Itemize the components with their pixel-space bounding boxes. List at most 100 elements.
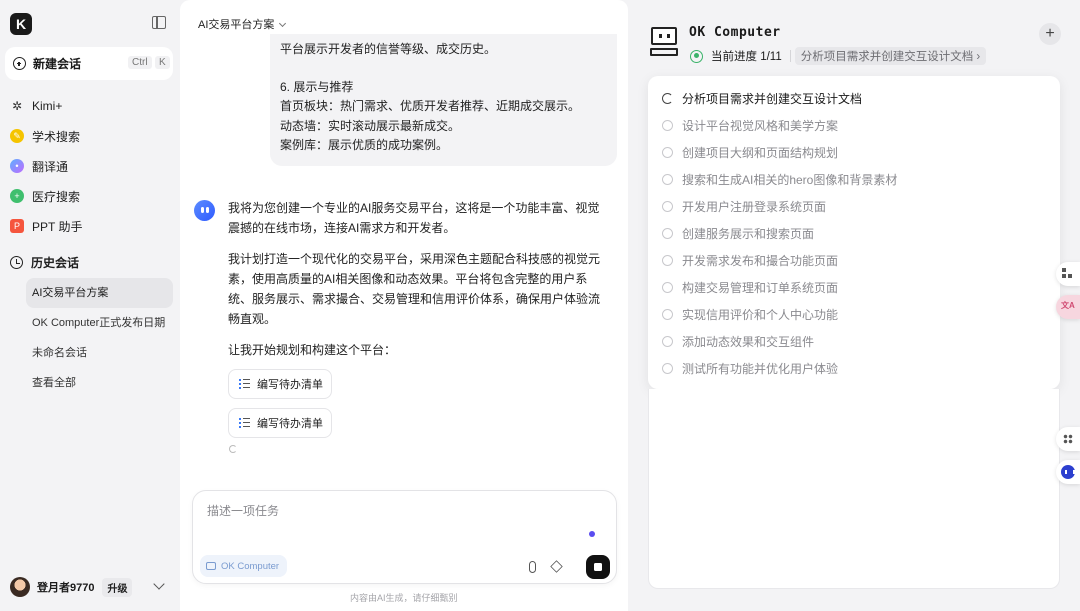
sidebar-item-label: Kimi+ bbox=[32, 99, 63, 113]
task-item[interactable]: 开发用户注册登录系统页面 bbox=[662, 197, 826, 215]
message-line: 平台展示开发者的信誉等级、成交历史。 bbox=[280, 42, 497, 56]
sidebar-collapse-icon[interactable] bbox=[152, 16, 166, 29]
kimi-plus-icon: ✲ bbox=[11, 99, 23, 113]
computer-icon bbox=[206, 562, 216, 570]
sidebar: K 新建会话 Ctrl K ✲ Kimi+ ✎ 学术搜索 • 翻译通 + 医疗搜… bbox=[0, 0, 180, 611]
conversation-title: AI交易平台方案 bbox=[198, 19, 275, 31]
task-list: 分析项目需求并创建交互设计文档 设计平台视觉风格和美学方案 创建项目大纲和页面结… bbox=[648, 76, 1060, 389]
assistant-float-icon[interactable] bbox=[1056, 460, 1080, 484]
task-item[interactable]: 开发需求发布和撮合功能页面 bbox=[662, 251, 838, 269]
task-item[interactable]: 设计平台视觉风格和美学方案 bbox=[662, 116, 838, 134]
task-item[interactable]: 分析项目需求并创建交互设计文档 bbox=[662, 89, 862, 107]
apps-icon[interactable] bbox=[1056, 262, 1080, 286]
history-item-ok-computer-date[interactable]: OK Computer正式发布日期 bbox=[26, 308, 173, 338]
sidebar-item-kimi-plus[interactable]: ✲ Kimi+ bbox=[10, 95, 62, 117]
sidebar-item-medical[interactable]: + 医疗搜索 bbox=[10, 185, 80, 207]
user-account-menu[interactable]: 登月者9770 升级 bbox=[10, 576, 170, 598]
task-label: 实现信用评价和个人中心功能 bbox=[682, 307, 839, 322]
task-item[interactable]: 创建服务展示和搜索页面 bbox=[662, 224, 814, 242]
progress-row: 当前进度 1/11 分析项目需求并创建交互设计文档 › bbox=[690, 47, 987, 65]
pending-circle-icon bbox=[662, 200, 673, 212]
tool-call-chip[interactable]: 编写待办清单 bbox=[228, 369, 332, 399]
conversation-title-dropdown[interactable]: AI交易平台方案 bbox=[198, 16, 287, 32]
pending-circle-icon bbox=[662, 335, 673, 347]
task-item[interactable]: 构建交易管理和订单系统页面 bbox=[662, 278, 838, 296]
history-item-ai-trading[interactable]: AI交易平台方案 bbox=[26, 278, 173, 308]
ppt-icon: P bbox=[10, 219, 24, 233]
assistant-paragraph: 让我开始规划和构建这个平台： bbox=[228, 343, 397, 357]
sidebar-item-label: 学术搜索 bbox=[32, 129, 81, 144]
chevron-down-icon bbox=[279, 19, 287, 28]
pending-circle-icon bbox=[662, 281, 673, 293]
computer-viewport bbox=[648, 389, 1060, 589]
chevron-down-icon[interactable] bbox=[153, 578, 165, 590]
new-chat-button[interactable]: 新建会话 Ctrl K bbox=[5, 47, 173, 80]
progress-label: 当前进度 1/11 bbox=[711, 51, 782, 63]
pending-circle-icon bbox=[662, 119, 673, 131]
progress-status-icon bbox=[690, 49, 703, 63]
pending-circle-icon bbox=[662, 362, 673, 374]
checklist-icon bbox=[239, 379, 250, 389]
task-item[interactable]: 添加动态效果和交互组件 bbox=[662, 332, 814, 350]
kimi-logo[interactable]: K bbox=[10, 13, 32, 35]
history-heading-label: 历史会话 bbox=[31, 255, 80, 270]
task-label: 搜索和生成AI相关的hero图像和背景素材 bbox=[682, 172, 898, 187]
task-label: 创建项目大纲和页面结构规划 bbox=[682, 145, 839, 160]
sidebar-item-label: 翻译通 bbox=[32, 159, 69, 174]
sidebar-item-translate[interactable]: • 翻译通 bbox=[10, 155, 68, 177]
cube-icon[interactable] bbox=[550, 560, 563, 573]
new-chat-label: 新建会话 bbox=[33, 57, 82, 71]
assistant-paragraph: 我将为您创建一个专业的AI服务交易平台，这将是一个功能丰富、视觉震撼的在线市场，… bbox=[228, 201, 600, 235]
chat-area: AI交易平台方案 平台展示开发者的信誉等级、成交历史。 6. 展示与推荐 首页板… bbox=[180, 0, 628, 611]
pending-circle-icon bbox=[662, 173, 673, 185]
loading-spinner-icon bbox=[229, 445, 237, 453]
composer-placeholder[interactable]: 描述一项任务 bbox=[207, 502, 279, 519]
message-composer[interactable]: 描述一项任务 OK Computer bbox=[192, 490, 617, 584]
panel-title: OK Computer bbox=[689, 25, 781, 40]
paperclip-icon[interactable] bbox=[529, 561, 536, 573]
task-label: 开发用户注册登录系统页面 bbox=[682, 199, 827, 214]
tool-call-label: 编写待办清单 bbox=[257, 418, 323, 430]
task-item[interactable]: 测试所有功能并优化用户体验 bbox=[662, 359, 838, 377]
history-heading[interactable]: 历史会话 bbox=[10, 251, 79, 273]
grid-icon[interactable] bbox=[1056, 427, 1080, 451]
message-line: 案例库：展示优质的成功案例。 bbox=[280, 138, 449, 152]
history-view-all-link[interactable]: 查看全部 bbox=[26, 368, 173, 398]
task-label: 构建交易管理和订单系统页面 bbox=[682, 280, 839, 295]
pending-circle-icon bbox=[662, 227, 673, 239]
add-button[interactable]: + bbox=[1039, 23, 1061, 45]
sidebar-item-scholar[interactable]: ✎ 学术搜索 bbox=[10, 125, 80, 147]
clock-icon bbox=[10, 255, 23, 269]
scholar-icon: ✎ bbox=[10, 129, 24, 143]
retro-computer-icon bbox=[650, 26, 678, 56]
ai-disclaimer: 内容由AI生成，请仔细甄别 bbox=[350, 593, 458, 603]
sidebar-item-label: 医疗搜索 bbox=[32, 189, 81, 204]
task-item[interactable]: 实现信用评价和个人中心功能 bbox=[662, 305, 838, 323]
spinner-icon bbox=[662, 92, 673, 104]
ok-computer-panel: OK Computer 当前进度 1/11 分析项目需求并创建交互设计文档 › … bbox=[636, 12, 1071, 600]
sidebar-item-ppt[interactable]: P PPT 助手 bbox=[10, 215, 82, 237]
checklist-icon bbox=[239, 418, 250, 428]
mode-chip-ok-computer[interactable]: OK Computer bbox=[200, 555, 288, 577]
assistant-avatar bbox=[194, 200, 215, 221]
task-label: 开发需求发布和撮合功能页面 bbox=[682, 253, 839, 268]
translate-float-icon[interactable] bbox=[1056, 295, 1080, 319]
task-item[interactable]: 创建项目大纲和页面结构规划 bbox=[662, 143, 838, 161]
task-item[interactable]: 搜索和生成AI相关的hero图像和背景素材 bbox=[662, 170, 897, 188]
mode-chip-label: OK Computer bbox=[221, 560, 280, 572]
pending-circle-icon bbox=[662, 308, 673, 320]
typing-indicator-dot bbox=[589, 531, 595, 537]
shortcut-k: K bbox=[155, 56, 170, 69]
history-item-untitled[interactable]: 未命名会话 bbox=[26, 338, 173, 368]
user-name: 登月者9770 bbox=[37, 582, 95, 594]
tool-call-chip[interactable]: 编写待办清单 bbox=[228, 408, 332, 438]
medical-icon: + bbox=[10, 189, 24, 203]
stop-generation-button[interactable] bbox=[586, 555, 610, 579]
current-task-chip[interactable]: 分析项目需求并创建交互设计文档 › bbox=[794, 47, 987, 65]
task-label: 分析项目需求并创建交互设计文档 bbox=[682, 91, 863, 106]
upgrade-button[interactable]: 升级 bbox=[102, 577, 133, 597]
message-line: 6. 展示与推荐 bbox=[280, 79, 354, 94]
message-line: 首页板块：热门需求、优质开发者推荐、近期成交展示。 bbox=[280, 99, 581, 113]
tool-call-label: 编写待办清单 bbox=[257, 379, 323, 391]
shortcut-ctrl: Ctrl bbox=[128, 56, 152, 69]
